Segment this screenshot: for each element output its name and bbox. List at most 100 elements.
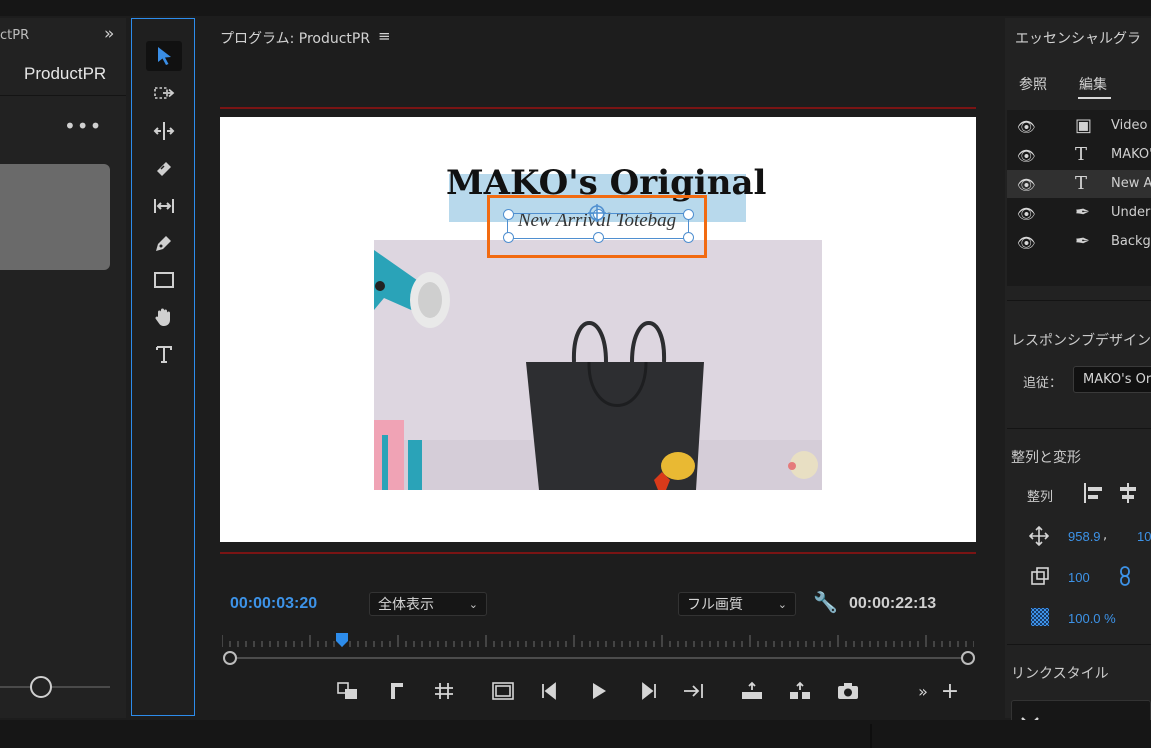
rectangle-tool-icon[interactable] (146, 265, 182, 295)
playhead-timecode[interactable]: 00:00:03:20 (230, 595, 317, 613)
thumbnail-size-slider[interactable] (0, 686, 110, 688)
tote-bag-image (374, 240, 822, 490)
video-frame-icon: ▣ (1075, 115, 1093, 136)
project-divider (0, 95, 126, 96)
project-name: ProductPR (24, 64, 107, 83)
tab-browse[interactable]: 参照 (1019, 74, 1047, 94)
layer-name: Underl (1111, 205, 1151, 220)
follow-select[interactable]: MAKO's Ori (1073, 366, 1151, 393)
slider-knob[interactable] (30, 676, 52, 698)
align-left-icon[interactable] (1083, 481, 1105, 505)
top-bar (0, 0, 1151, 16)
settings-wrench-icon[interactable]: 🔧 (813, 590, 838, 614)
project-tab[interactable]: ctPR (0, 28, 29, 43)
chevron-down-icon: ⌄ (777, 597, 787, 611)
scrollbar-end-handle[interactable] (961, 651, 975, 665)
product-photo[interactable] (374, 240, 822, 490)
layer-name: Video ( (1111, 118, 1151, 133)
hand-tool-icon[interactable] (146, 302, 182, 332)
play-icon[interactable] (585, 680, 611, 702)
layer-item[interactable]: 👁 T MAKO' (1007, 141, 1151, 169)
program-canvas[interactable]: MAKO's Original New Arrival Totebag (220, 117, 976, 542)
playback-resolution-value: フル画質 (687, 597, 743, 613)
layer-name: MAKO' (1111, 147, 1151, 162)
pen-tool-icon[interactable] (146, 228, 182, 258)
layer-list: 👁 ▣ Video ( 👁 T MAKO' 👁 T New A 👁 ✒ Unde… (1007, 110, 1151, 286)
follow-label: 追従： (1023, 376, 1063, 391)
playback-resolution-select[interactable]: フル画質 ⌄ (678, 592, 796, 616)
section-divider (1007, 300, 1151, 301)
pen-icon: ✒ (1075, 231, 1091, 252)
ripple-edit-tool-icon[interactable] (146, 116, 182, 146)
opacity-value[interactable]: 100.0 % (1068, 611, 1116, 626)
track-select-forward-tool-icon[interactable] (146, 79, 182, 109)
text-icon: T (1075, 144, 1088, 165)
go-to-out-icon[interactable] (681, 680, 707, 702)
step-back-icon[interactable] (538, 680, 564, 702)
duration-timecode: 00:00:22:13 (849, 595, 937, 612)
mark-in-icon[interactable] (384, 680, 410, 702)
safe-margin-top (220, 107, 976, 109)
extract-icon[interactable] (787, 680, 813, 702)
eye-icon[interactable]: 👁 (1017, 147, 1036, 165)
zoom-scrollbar[interactable] (229, 657, 967, 659)
selection-tool-icon[interactable] (146, 41, 182, 71)
tab-edit[interactable]: 編集 (1079, 74, 1107, 94)
safe-margins-icon[interactable] (490, 680, 516, 702)
zoom-level-select[interactable]: 全体表示 ⌄ (369, 592, 487, 616)
panel-separator (870, 724, 872, 748)
lift-icon[interactable] (739, 680, 765, 702)
clip-thumbnail[interactable] (0, 164, 110, 270)
layer-item-selected[interactable]: 👁 T New A (1007, 170, 1151, 198)
step-forward-icon[interactable] (634, 680, 660, 702)
panel-menu-icon[interactable]: ≡ (378, 27, 391, 45)
chevron-down-icon: ⌄ (468, 597, 478, 611)
more-controls-icon[interactable]: » (910, 680, 936, 702)
layer-item[interactable]: 👁 ✒ Backgr (1007, 228, 1151, 256)
link-style-heading: リンクスタイル (1011, 666, 1109, 682)
eye-icon[interactable]: 👁 (1017, 205, 1036, 223)
pen-icon: ✒ (1075, 202, 1091, 223)
add-marker-icon[interactable] (335, 680, 361, 702)
eye-icon[interactable]: 👁 (1017, 118, 1036, 136)
program-monitor-title[interactable]: プログラム: ProductPR (220, 28, 370, 48)
tools-panel (131, 18, 195, 716)
essential-graphics-title[interactable]: エッセンシャルグラ (1015, 28, 1141, 48)
position-y-value[interactable]: 10 (1137, 529, 1151, 544)
responsive-design-heading: レスポンシブデザイン (1011, 333, 1151, 349)
expand-panels-icon[interactable]: » (104, 24, 114, 44)
layer-name: New A (1111, 176, 1151, 191)
type-tool-icon[interactable] (146, 339, 182, 369)
button-editor-add-icon[interactable]: + (937, 679, 963, 704)
text-icon: T (1075, 173, 1088, 194)
safe-margin-bottom (220, 552, 976, 554)
layer-item[interactable]: 👁 ▣ Video ( (1007, 112, 1151, 140)
align-transform-heading: 整列と変形 (1011, 450, 1081, 466)
scrollbar-start-handle[interactable] (223, 651, 237, 665)
time-ruler[interactable] (222, 633, 974, 647)
lock-scale-link-icon[interactable] (1118, 565, 1132, 587)
scale-value[interactable]: 100 (1068, 570, 1090, 585)
eye-icon[interactable]: 👁 (1017, 176, 1036, 194)
razor-tool-icon[interactable] (146, 154, 182, 184)
section-divider (1007, 428, 1151, 429)
eye-icon[interactable]: 👁 (1017, 234, 1036, 252)
position-x-value[interactable]: 958.9 (1068, 529, 1101, 544)
position-icon (1029, 526, 1049, 546)
zoom-level-value: 全体表示 (378, 597, 434, 613)
highlight-callout-box (487, 195, 707, 258)
layer-item[interactable]: 👁 ✒ Underl (1007, 199, 1151, 227)
active-tab-indicator (1078, 97, 1111, 99)
slip-tool-icon[interactable] (146, 191, 182, 221)
playhead-marker[interactable] (336, 633, 348, 647)
position-separator: , (1103, 528, 1108, 543)
mark-out-icon[interactable] (431, 680, 457, 702)
project-panel (0, 18, 126, 718)
more-options-icon[interactable]: ••• (64, 114, 102, 138)
export-frame-icon[interactable] (835, 680, 861, 702)
bottom-bar (0, 720, 1151, 748)
layer-name: Backgr (1111, 234, 1151, 249)
scale-icon (1031, 567, 1049, 585)
align-center-icon[interactable] (1117, 481, 1139, 505)
opacity-icon (1031, 608, 1049, 626)
